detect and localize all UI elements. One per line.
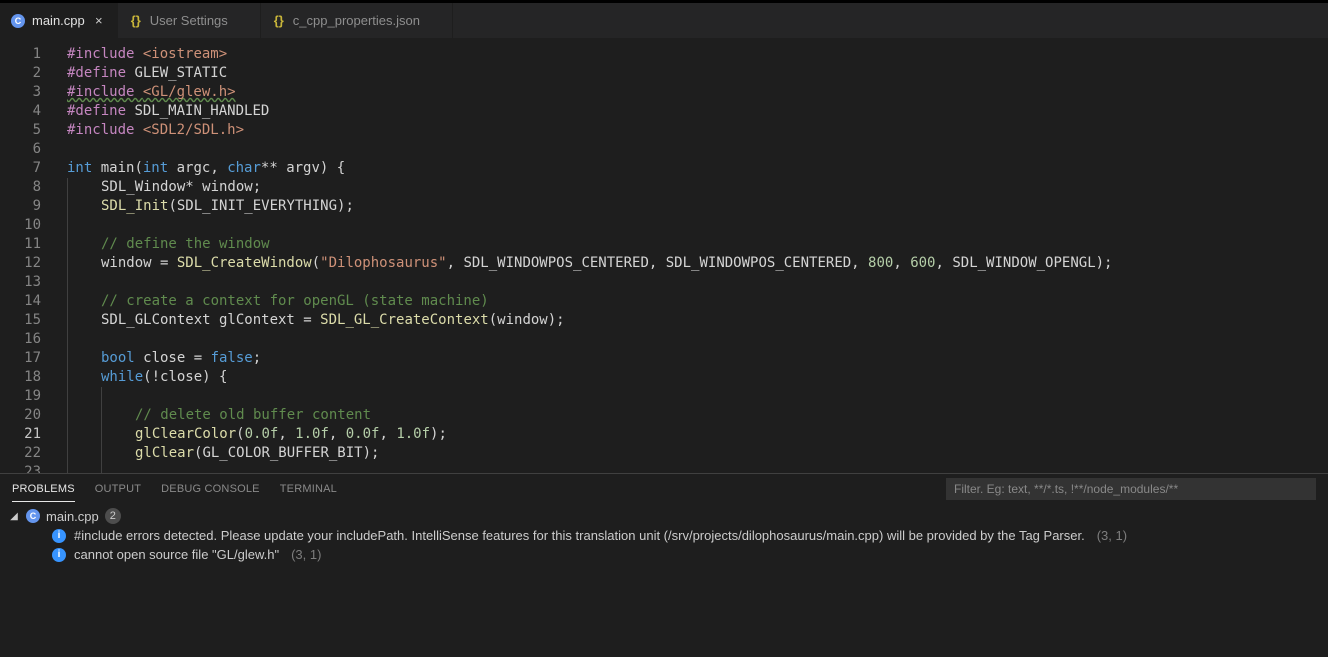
line-number[interactable]: 19: [0, 387, 41, 406]
code-line[interactable]: // delete old buffer content: [67, 406, 1328, 425]
panel-tabs: PROBLEMS OUTPUT DEBUG CONSOLE TERMINAL: [0, 474, 1328, 504]
info-icon: i: [52, 529, 66, 543]
problems-filter-input[interactable]: [946, 478, 1316, 500]
line-gutter: 1234567891011121314151617181920212223: [0, 38, 55, 473]
problems-file-name: main.cpp: [46, 509, 99, 524]
code-line[interactable]: int main(int argc, char** argv) {: [67, 159, 1328, 178]
line-number[interactable]: 10: [0, 216, 41, 235]
code-line[interactable]: glClearColor(0.0f, 1.0f, 0.0f, 1.0f);: [67, 425, 1328, 444]
code-line[interactable]: glClear(GL_COLOR_BUFFER_BIT);: [67, 444, 1328, 463]
line-number[interactable]: 15: [0, 311, 41, 330]
code-area[interactable]: #include <iostream>#define GLEW_STATIC#i…: [55, 38, 1328, 473]
info-icon: i: [52, 548, 66, 562]
tab-label: main.cpp: [32, 13, 85, 28]
editor-tab[interactable]: {} c_cpp_properties.json: [261, 3, 453, 38]
line-number[interactable]: 21: [0, 425, 41, 444]
collapse-icon[interactable]: ◢: [8, 511, 20, 522]
problem-item[interactable]: i cannot open source file "GL/glew.h" (3…: [8, 545, 1320, 564]
problem-position: (3, 1): [1097, 528, 1127, 543]
line-number[interactable]: 11: [0, 235, 41, 254]
code-line[interactable]: [67, 463, 1328, 473]
code-line[interactable]: bool close = false;: [67, 349, 1328, 368]
panel-tab-debug-console[interactable]: DEBUG CONSOLE: [161, 477, 260, 501]
code-line[interactable]: [67, 330, 1328, 349]
editor-tab[interactable]: {} User Settings: [118, 3, 261, 38]
code-line[interactable]: [67, 273, 1328, 292]
code-line[interactable]: SDL_Window* window;: [67, 178, 1328, 197]
panel-tab-terminal[interactable]: TERMINAL: [280, 477, 337, 501]
line-number[interactable]: 2: [0, 64, 41, 83]
line-number[interactable]: 22: [0, 444, 41, 463]
code-line[interactable]: // define the window: [67, 235, 1328, 254]
line-number[interactable]: 16: [0, 330, 41, 349]
panel-tab-output[interactable]: OUTPUT: [95, 477, 141, 501]
code-line[interactable]: [67, 387, 1328, 406]
problems-count-badge: 2: [105, 508, 121, 524]
code-line[interactable]: // create a context for openGL (state ma…: [67, 292, 1328, 311]
close-icon[interactable]: ×: [91, 13, 107, 28]
code-line[interactable]: SDL_GLContext glContext = SDL_GL_CreateC…: [67, 311, 1328, 330]
line-number[interactable]: 17: [0, 349, 41, 368]
line-number[interactable]: 14: [0, 292, 41, 311]
line-number[interactable]: 3: [0, 83, 41, 102]
line-number[interactable]: 7: [0, 159, 41, 178]
line-number[interactable]: 23: [0, 463, 41, 473]
json-file-icon: {}: [128, 13, 144, 29]
code-line[interactable]: #include <GL/glew.h>: [67, 83, 1328, 102]
problem-message: cannot open source file "GL/glew.h": [74, 547, 279, 562]
cpp-file-icon: C: [10, 13, 26, 29]
code-line[interactable]: [67, 216, 1328, 235]
problem-position: (3, 1): [291, 547, 321, 562]
tab-label: c_cpp_properties.json: [293, 13, 420, 28]
problems-file-row[interactable]: ◢ C main.cpp 2: [8, 506, 1320, 526]
bottom-panel: PROBLEMS OUTPUT DEBUG CONSOLE TERMINAL ◢…: [0, 473, 1328, 657]
tab-label: User Settings: [150, 13, 228, 28]
panel-tab-problems[interactable]: PROBLEMS: [12, 477, 75, 502]
code-line[interactable]: #define SDL_MAIN_HANDLED: [67, 102, 1328, 121]
code-line[interactable]: #include <iostream>: [67, 45, 1328, 64]
json-file-icon: {}: [271, 13, 287, 29]
code-line[interactable]: window = SDL_CreateWindow("Dilophosaurus…: [67, 254, 1328, 273]
line-number[interactable]: 20: [0, 406, 41, 425]
line-number[interactable]: 9: [0, 197, 41, 216]
line-number[interactable]: 1: [0, 45, 41, 64]
editor-tabs: Cmain.cpp × {} User Settings {} c_cpp_propert…: [0, 3, 1328, 38]
problems-list: ◢ C main.cpp 2 i #include errors detecte…: [0, 504, 1328, 657]
code-line[interactable]: while(!close) {: [67, 368, 1328, 387]
problem-message: #include errors detected. Please update …: [74, 528, 1085, 543]
code-line[interactable]: #include <SDL2/SDL.h>: [67, 121, 1328, 140]
editor-tab[interactable]: Cmain.cpp ×: [0, 3, 118, 38]
line-number[interactable]: 8: [0, 178, 41, 197]
line-number[interactable]: 5: [0, 121, 41, 140]
line-number[interactable]: 6: [0, 140, 41, 159]
code-line[interactable]: SDL_Init(SDL_INIT_EVERYTHING);: [67, 197, 1328, 216]
editor-area: 1234567891011121314151617181920212223 #i…: [0, 38, 1328, 473]
line-number[interactable]: 12: [0, 254, 41, 273]
line-number[interactable]: 13: [0, 273, 41, 292]
code-line[interactable]: #define GLEW_STATIC: [67, 64, 1328, 83]
cpp-file-icon: C: [26, 509, 40, 523]
line-number[interactable]: 4: [0, 102, 41, 121]
code-line[interactable]: [67, 140, 1328, 159]
line-number[interactable]: 18: [0, 368, 41, 387]
problem-item[interactable]: i #include errors detected. Please updat…: [8, 526, 1320, 545]
